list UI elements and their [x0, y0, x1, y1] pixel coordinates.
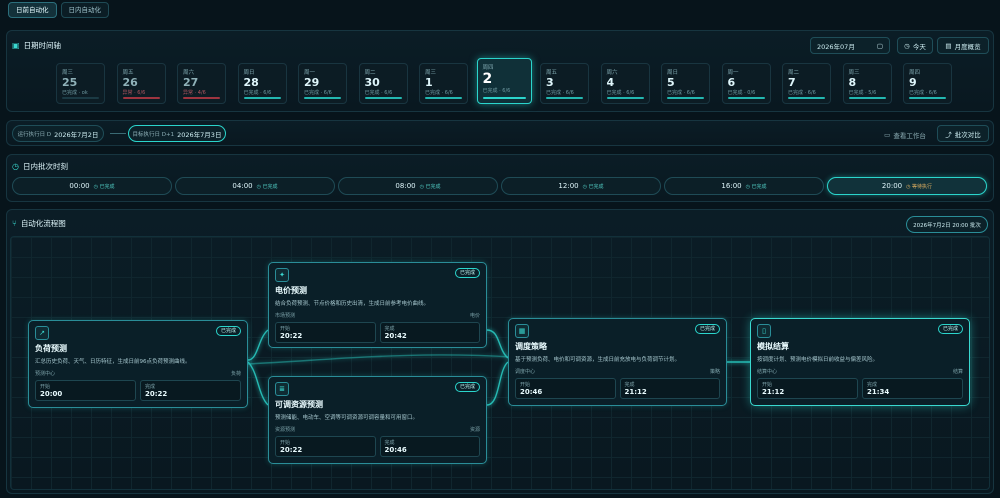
status-badge: 已完成	[454, 382, 480, 392]
trend-icon: ↗	[35, 326, 49, 340]
status-badge: 已完成	[215, 326, 241, 336]
node-price-forecast[interactable]: ✦ 已完成 电价预测 结合负荷预测、节点价格和历史出清，生成日前参考电价曲线。 …	[268, 262, 487, 348]
node-load-forecast[interactable]: ↗ 已完成 负荷预测 汇总历史负荷、天气、日历特征，生成日前96点负荷预测曲线。…	[28, 320, 248, 408]
grid-icon: ▦	[515, 324, 529, 338]
status-badge: 已完成	[454, 268, 480, 278]
status-badge: 已完成	[694, 324, 720, 334]
document-icon: ▯	[757, 324, 771, 338]
connector-load-resource	[247, 361, 269, 406]
connector-load-price	[247, 329, 269, 361]
status-badge: 已完成	[937, 324, 963, 334]
node-settlement-sim[interactable]: ▯ 已完成 模拟结算 按调度计划、预测电价模拟日前收益与偏差风险。 结算中心 结算…	[750, 318, 970, 406]
database-icon: ≣	[275, 382, 289, 396]
connector-resource-dispatch	[486, 361, 509, 406]
flow-connectors	[149, 329, 750, 406]
node-resource-forecast[interactable]: ≣ 已完成 可调资源预测 预测储能、电动车、空调等可调资源可调容量和可用窗口。 …	[268, 376, 487, 464]
node-dispatch-strategy[interactable]: ▦ 已完成 调度策略 基于预测负荷、电价和可调资源，生成日前充放电与负荷调节计划…	[508, 318, 727, 406]
connector-price-dispatch	[486, 329, 509, 359]
bolt-icon: ✦	[275, 268, 289, 282]
